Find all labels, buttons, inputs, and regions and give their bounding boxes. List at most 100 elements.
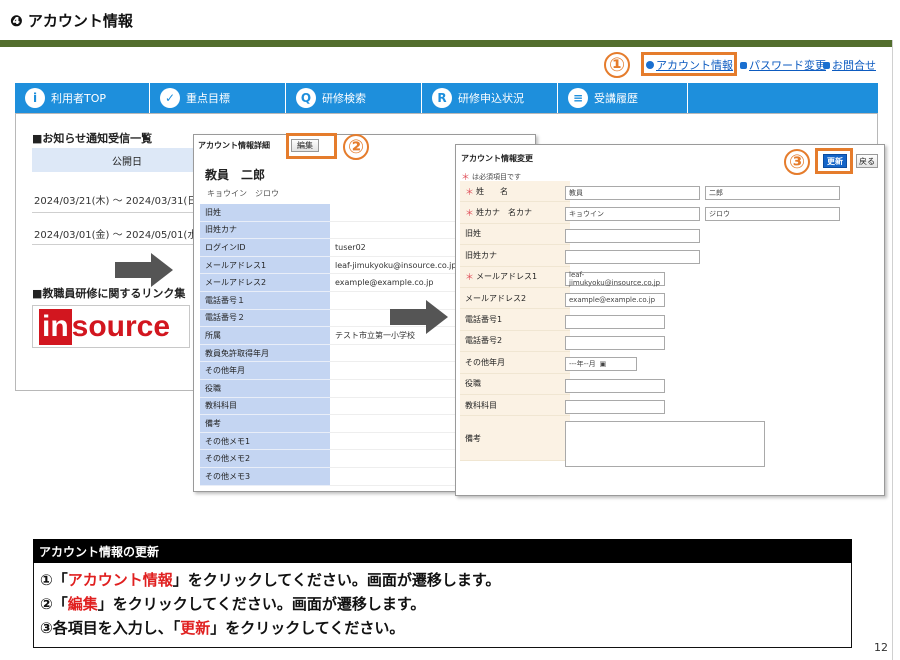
target-icon: ✓ xyxy=(160,88,180,108)
detail-label: ログインID xyxy=(200,239,330,257)
maiden-name-kana-field[interactable] xyxy=(565,250,700,264)
main-nav: i 利用者TOP ✓ 重点目標 Q 研修検索 R 研修申込状況 ≡ 受講履歴 xyxy=(15,83,878,113)
edit-button-highlight xyxy=(286,133,337,159)
instruction-step-3: ③各項目を入力し、「更新」をクリックしてください。 xyxy=(40,619,405,637)
step-3-marker: ③ xyxy=(784,149,810,175)
update-button-highlight xyxy=(815,148,853,174)
nav-item-label: 受講履歴 xyxy=(594,92,638,105)
back-button[interactable]: 戻る xyxy=(856,154,878,168)
other-date-field[interactable]: ---年--月 ▣ xyxy=(565,357,637,371)
detail-label: 電話番号１ xyxy=(200,291,330,310)
detail-label: その他メモ2 xyxy=(200,450,330,468)
edit-label: 電話番号1 xyxy=(460,309,570,331)
other-date-value: ---年--月 xyxy=(569,360,596,368)
first-name-field[interactable]: 二郎 xyxy=(705,186,840,200)
detail-label: 所属 xyxy=(200,327,330,345)
instructions-body: ①「アカウント情報」をクリックしてください。画面が遷移します。 ②「編集」をクリ… xyxy=(33,563,852,648)
phone2-field[interactable] xyxy=(565,336,665,350)
edit-label: 電話番号2 xyxy=(460,330,570,353)
step-1-marker: ① xyxy=(604,52,630,78)
detail-label: その他年月 xyxy=(200,362,330,380)
logo-wordmark: source xyxy=(71,309,171,343)
detail-label: メールアドレス2 xyxy=(200,274,330,292)
nav-item-label: 利用者TOP xyxy=(51,92,107,105)
edit-label: ＊姓カナ 名カナ xyxy=(460,202,570,224)
info-icon: i xyxy=(25,88,45,108)
notice-date-row[interactable]: 2024/03/01(金) ～ 2024/05/01(水) xyxy=(34,226,201,241)
detail-label: 電話番号２ xyxy=(200,309,330,328)
notice-date-row[interactable]: 2024/03/21(木) ～ 2024/03/31(日) xyxy=(34,192,201,207)
links-heading: ■教職員研修に関するリンク集 xyxy=(32,287,186,300)
edit-label: 教科科目 xyxy=(460,394,570,417)
account-info-link-label: アカウント情報 xyxy=(656,59,733,72)
mail-icon xyxy=(823,61,830,69)
arrow-right-icon xyxy=(390,300,448,334)
insource-logo-link[interactable]: in source xyxy=(32,305,190,348)
account-info-link[interactable]: アカウント情報 xyxy=(646,57,733,73)
detail-label: 備考 xyxy=(200,415,330,433)
slide-edge xyxy=(892,40,893,660)
detail-label: その他メモ3 xyxy=(200,467,330,486)
detail-label: 教員免許取得年月 xyxy=(200,344,330,363)
required-note-text: は必須項目です xyxy=(472,172,522,181)
nav-item-attendance-history[interactable]: ≡ 受講履歴 xyxy=(558,83,688,113)
detail-user-kana: キョウイン ジロウ xyxy=(207,189,279,198)
detail-label: 教科科目 xyxy=(200,397,330,416)
edit-label: その他年月 xyxy=(460,352,570,374)
detail-label: メールアドレス1 xyxy=(200,256,330,275)
logo-in-mark: in xyxy=(39,308,72,345)
detail-user-name: 教員 二郎 xyxy=(205,168,266,182)
phone1-field[interactable] xyxy=(565,315,665,329)
step-2-marker: ② xyxy=(343,134,369,160)
status-icon: R xyxy=(432,88,452,108)
instruction-step-1: ①「アカウント情報」をクリックしてください。画面が遷移します。 xyxy=(40,571,501,589)
first-name-kana-field[interactable]: ジロウ xyxy=(705,207,840,221)
maiden-name-field[interactable] xyxy=(565,229,700,243)
detail-label: その他メモ1 xyxy=(200,432,330,451)
edit-label: 備考 xyxy=(460,416,570,462)
password-change-link[interactable]: パスワード変更 xyxy=(740,57,826,73)
detail-title: アカウント情報詳細 xyxy=(198,141,270,150)
nav-item-training-search[interactable]: Q 研修検索 xyxy=(286,83,422,113)
subject-field[interactable] xyxy=(565,400,665,414)
detail-label: 役職 xyxy=(200,379,330,398)
edit-label: ＊姓 名 xyxy=(460,181,570,203)
email2-field[interactable]: example@example.co.jp xyxy=(565,293,665,307)
last-name-field[interactable]: 教員 xyxy=(565,186,700,200)
search-icon: Q xyxy=(296,88,316,108)
contact-link-label: お問合せ xyxy=(832,59,876,72)
header-rule xyxy=(0,40,893,47)
nav-item-label: 重点目標 xyxy=(186,92,230,105)
slide-title: ❹ アカウント情報 xyxy=(10,12,133,30)
user-icon xyxy=(646,61,654,69)
edit-label: ＊メールアドレス1 xyxy=(460,266,570,288)
position-field[interactable] xyxy=(565,379,665,393)
row-divider xyxy=(32,244,193,245)
key-icon xyxy=(740,61,747,69)
nav-item-label: 研修申込状況 xyxy=(458,92,524,105)
instruction-step-2: ②「編集」をクリックしてください。画面が遷移します。 xyxy=(40,595,426,613)
edit-label: メールアドレス2 xyxy=(460,287,570,310)
nav-item-application-status[interactable]: R 研修申込状況 xyxy=(422,83,558,113)
notice-heading: ■お知らせ通知受信一覧 xyxy=(32,132,153,145)
calendar-icon[interactable]: ▣ xyxy=(600,360,607,368)
nav-item-user-top[interactable]: i 利用者TOP xyxy=(15,83,150,113)
edit-label: 旧姓カナ xyxy=(460,245,570,267)
password-change-link-label: パスワード変更 xyxy=(749,59,826,72)
detail-label: 旧姓 xyxy=(200,204,330,222)
page-number: 12 xyxy=(874,641,888,654)
remarks-textarea[interactable] xyxy=(565,421,765,467)
edit-label: 旧姓 xyxy=(460,223,570,246)
instructions-heading: アカウント情報の更新 xyxy=(33,539,852,563)
edit-label-column: ＊姓 名 ＊姓カナ 名カナ 旧姓 旧姓カナ ＊メールアドレス1 メールアドレス2… xyxy=(460,181,570,491)
nav-item-label: 研修検索 xyxy=(322,92,366,105)
edit-label: 役職 xyxy=(460,373,570,395)
nav-item-key-goals[interactable]: ✓ 重点目標 xyxy=(150,83,286,113)
edit-title: アカウント情報変更 xyxy=(461,154,533,163)
last-name-kana-field[interactable]: キョウイン xyxy=(565,207,700,221)
contact-link[interactable]: お問合せ xyxy=(823,57,876,73)
row-divider xyxy=(32,212,193,213)
detail-label: 旧姓カナ xyxy=(200,221,330,240)
list-icon: ≡ xyxy=(568,88,588,108)
email1-field[interactable]: leaf-jimukyoku@insource.co.jp xyxy=(565,271,665,287)
